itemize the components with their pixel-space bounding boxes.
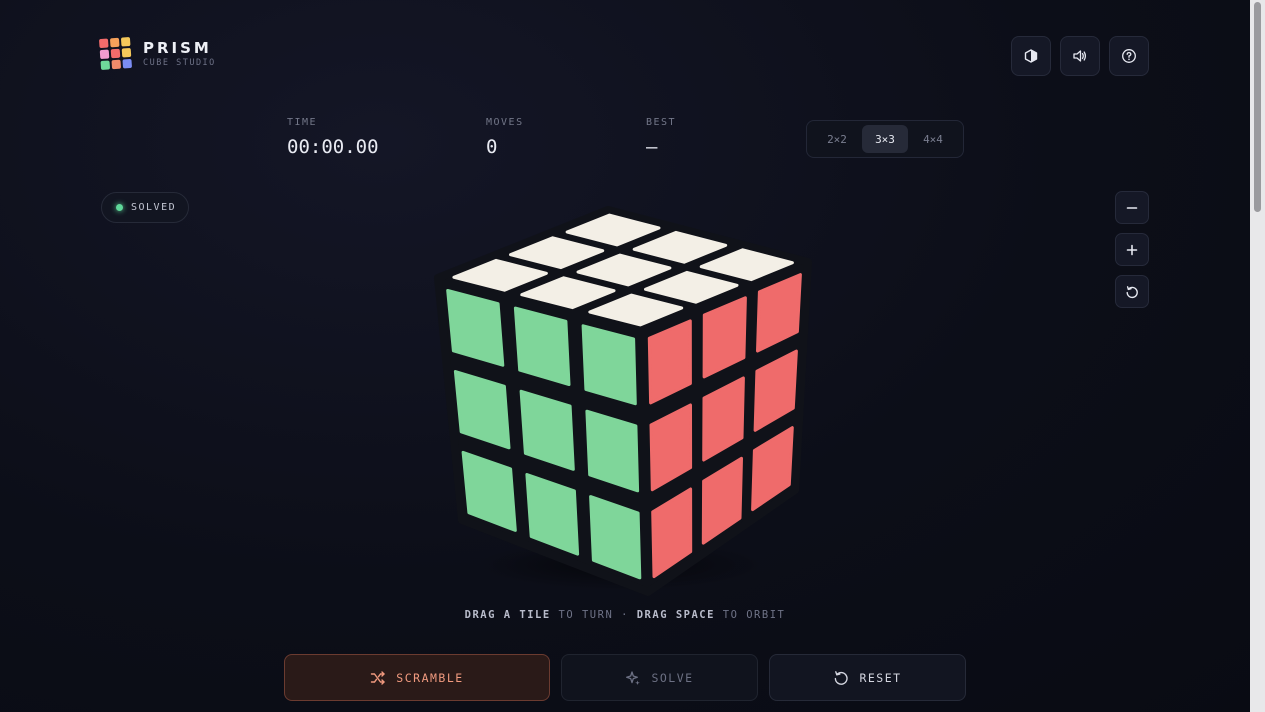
- hint-to-orbit: TO ORBIT: [714, 609, 786, 621]
- hint-drag-space: DRAG SPACE: [636, 609, 715, 621]
- scramble-button[interactable]: SCRAMBLE: [284, 654, 550, 701]
- logo-tile: [111, 59, 122, 70]
- sound-icon: [1073, 50, 1087, 62]
- status-badge: SOLVED: [101, 192, 190, 223]
- logo-tile: [120, 36, 131, 47]
- cube-view-button[interactable]: [1011, 36, 1051, 76]
- instruction-hint: DRAG A TILE TO TURN · DRAG SPACE TO ORBI…: [0, 609, 1250, 621]
- status-dot-icon: [116, 204, 123, 211]
- zoom-in-button[interactable]: [1115, 233, 1149, 266]
- top-toolbar: [1011, 36, 1149, 76]
- logo-tile: [122, 58, 133, 69]
- time-value: 00:00.00: [287, 136, 379, 158]
- app-subtitle: CUBE STUDIO: [143, 57, 216, 68]
- page-scrollbar[interactable]: [1250, 0, 1265, 712]
- logo-tile: [100, 60, 111, 71]
- moves-stat: MOVES 0: [486, 117, 524, 158]
- logo-tile: [110, 48, 121, 59]
- logo-icon: [98, 36, 133, 71]
- reset-view-button[interactable]: [1115, 275, 1149, 308]
- size-option-3x3[interactable]: 3×3: [862, 125, 908, 153]
- rubiks-cube[interactable]: [420, 200, 840, 600]
- scrollbar-thumb[interactable]: [1254, 2, 1261, 212]
- time-label: TIME: [287, 117, 318, 128]
- scramble-label: SCRAMBLE: [396, 670, 464, 685]
- best-value: —: [646, 136, 658, 158]
- left-face-tile[interactable]: [581, 324, 637, 406]
- moves-value: 0: [486, 136, 498, 158]
- sparkle-icon: [626, 670, 641, 685]
- zoom-controls: [1115, 191, 1149, 308]
- best-label: BEST: [646, 117, 677, 128]
- hint-to-turn: TO TURN ·: [550, 609, 637, 621]
- help-icon: [1122, 49, 1136, 63]
- hint-drag-tile: DRAG A TILE: [464, 609, 551, 621]
- cube-size-selector: 2×2 3×3 4×4: [806, 120, 964, 158]
- shuffle-icon: [371, 670, 385, 685]
- reset-icon: [835, 670, 849, 685]
- size-option-4x4[interactable]: 4×4: [910, 125, 956, 153]
- reset-view-icon: [1126, 285, 1138, 298]
- solve-label: SOLVE: [651, 670, 694, 685]
- moves-label: MOVES: [486, 117, 524, 128]
- status-label: SOLVED: [131, 202, 177, 213]
- logo-tile: [99, 49, 110, 60]
- zoom-in-icon: [1126, 244, 1138, 255]
- time-stat: TIME 00:00.00: [287, 117, 379, 158]
- sound-button[interactable]: [1060, 36, 1100, 76]
- logo-tile: [109, 37, 120, 48]
- solve-button[interactable]: SOLVE: [561, 654, 758, 701]
- size-option-2x2[interactable]: 2×2: [814, 125, 860, 153]
- cube-view-icon: [1024, 49, 1038, 63]
- logo-tile: [121, 47, 132, 58]
- reset-button[interactable]: RESET: [769, 654, 966, 701]
- brand: PRISM CUBE STUDIO: [98, 36, 216, 71]
- app-title: PRISM: [143, 38, 212, 57]
- logo-tile: [98, 38, 109, 49]
- zoom-out-icon: [1126, 206, 1138, 209]
- help-button[interactable]: [1109, 36, 1149, 76]
- reset-label: RESET: [859, 670, 902, 685]
- best-stat: BEST —: [646, 117, 676, 158]
- zoom-out-button[interactable]: [1115, 191, 1149, 224]
